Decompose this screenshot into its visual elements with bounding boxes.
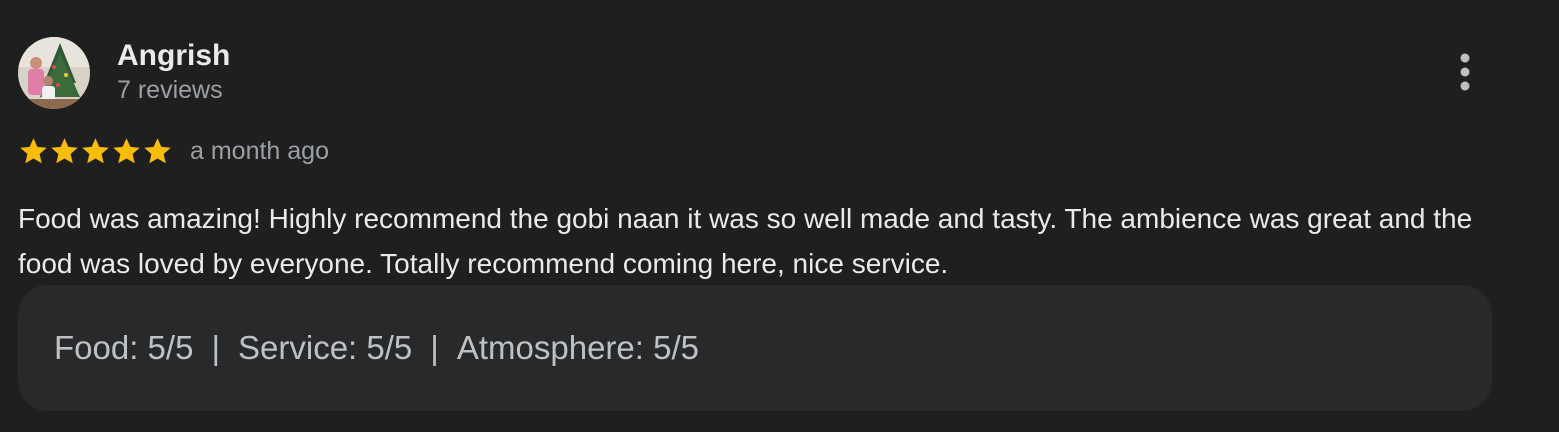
review-text: Food was amazing! Highly recommend the g…: [18, 203, 1473, 279]
sub-ratings-panel: Food: 5/5 | Service: 5/5 | Atmosphere: 5…: [18, 285, 1492, 411]
star-icon: [113, 138, 140, 164]
review-time: a month ago: [190, 137, 329, 165]
rating-row: a month ago: [18, 136, 329, 166]
food-rating: Food: 5/5: [54, 329, 194, 366]
star-icon: [144, 138, 171, 164]
service-rating: Service: 5/5: [238, 329, 413, 366]
rating-separator: |: [430, 329, 439, 366]
star-rating: [18, 136, 173, 166]
star-icon: [20, 138, 47, 164]
user-photo-avatar-icon: [18, 37, 90, 109]
review-card: Angrish 7 reviews a month ago Food was a…: [0, 0, 1559, 432]
star-icon: [51, 138, 78, 164]
reviewer-review-count: 7 reviews: [117, 75, 223, 104]
more-vert-icon: [1460, 53, 1470, 91]
reviewer-header: Angrish 7 reviews: [18, 37, 230, 109]
reviewer-info: Angrish 7 reviews: [117, 39, 230, 105]
avatar[interactable]: [18, 37, 90, 109]
star-icon: [82, 138, 109, 164]
atmosphere-rating: Atmosphere: 5/5: [456, 329, 699, 366]
reviewer-name[interactable]: Angrish: [117, 39, 230, 73]
more-options-button[interactable]: [1445, 48, 1485, 96]
rating-separator: |: [211, 329, 221, 366]
